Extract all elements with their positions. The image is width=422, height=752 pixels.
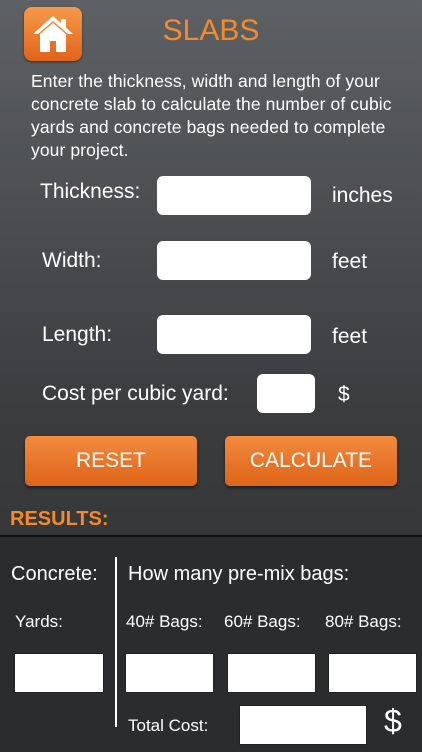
bag80-output bbox=[328, 653, 417, 693]
reset-button[interactable]: RESET bbox=[25, 436, 197, 486]
length-label: Length: bbox=[42, 323, 113, 346]
total-cost-output bbox=[239, 705, 367, 745]
concrete-label: Concrete: bbox=[11, 563, 98, 585]
total-currency: $ bbox=[384, 703, 402, 739]
bag80-label: 80# Bags: bbox=[325, 612, 402, 631]
thickness-unit: inches bbox=[332, 184, 393, 207]
bag40-output bbox=[125, 653, 214, 693]
total-cost-label: Total Cost: bbox=[128, 716, 209, 735]
bag40-label: 40# Bags: bbox=[126, 612, 203, 631]
intro-text: Enter the thickness, width and length of… bbox=[31, 71, 392, 160]
results-divider bbox=[115, 557, 117, 727]
bag60-label: 60# Bags: bbox=[224, 612, 301, 631]
width-label: Width: bbox=[42, 249, 102, 272]
width-unit: feet bbox=[332, 250, 368, 273]
thickness-input[interactable] bbox=[157, 176, 311, 215]
length-unit: feet bbox=[332, 325, 368, 348]
width-input[interactable] bbox=[157, 241, 311, 280]
results-heading: RESULTS: bbox=[10, 508, 109, 530]
cost-unit: $ bbox=[338, 383, 350, 406]
calculate-button[interactable]: CALCULATE bbox=[225, 436, 397, 486]
bag60-output bbox=[227, 653, 316, 693]
yards-output bbox=[14, 653, 104, 693]
length-input[interactable] bbox=[157, 315, 311, 354]
yards-label: Yards: bbox=[15, 612, 63, 631]
cost-label: Cost per cubic yard: bbox=[42, 382, 229, 405]
page-title: SLABS bbox=[162, 14, 260, 47]
cost-input[interactable] bbox=[257, 374, 315, 413]
bags-label: How many pre-mix bags: bbox=[128, 563, 350, 585]
thickness-label: Thickness: bbox=[40, 180, 141, 203]
